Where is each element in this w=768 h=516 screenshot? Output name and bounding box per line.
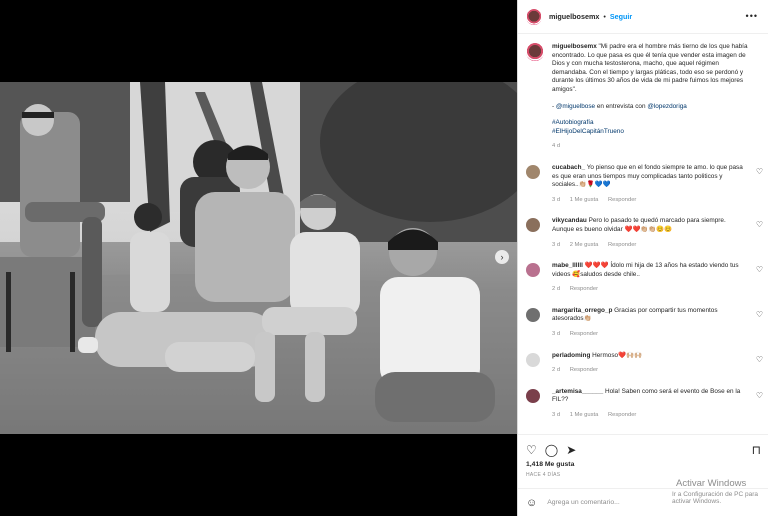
reply-button[interactable]: Responder (570, 286, 598, 292)
comments-list[interactable]: miguelbosemx "Mi padre era el hombre más… (518, 35, 768, 433)
comment-item: perladoming Hermoso❤️🙌🏼🙌🏼 2 d Responder … (518, 352, 768, 375)
comment-likes[interactable]: 1 Me gusta (570, 197, 599, 203)
comment-time: 3 d (552, 412, 561, 419)
reply-button[interactable]: Responder (608, 242, 636, 248)
mention-miguelbose[interactable]: @miguelbose (556, 103, 595, 110)
commenter-avatar[interactable] (526, 388, 540, 403)
commenter-avatar[interactable] (526, 263, 540, 278)
like-comment-heart-icon[interactable]: ♡ (756, 391, 763, 400)
comment-meta: 3 d Responder (552, 330, 746, 339)
reply-button[interactable]: Responder (608, 412, 636, 418)
post-actions: ♡ ◯ ➤ ⊓ 1,418 Me gusta HACE 4 DÍAS (518, 434, 768, 478)
comment-text: Hermoso❤️🙌🏼🙌🏼 (592, 351, 642, 359)
comment-item: vikycandau Pero lo pasado te quedó marca… (518, 217, 768, 249)
photo-area: › (0, 0, 517, 516)
comment-meta: 2 d Responder (552, 285, 746, 294)
watermark-title: Activar Windows (676, 478, 747, 489)
mention-lopezdoriga[interactable]: @lopezdoriga (647, 103, 687, 110)
caption-text: "Mi padre era el hombre más tierno de lo… (552, 43, 748, 93)
comment-item: cucabach_ Yo pienso que en el fondo siem… (518, 164, 768, 204)
comment-item: _artemisa______ Hola! Saben como será el… (518, 388, 768, 420)
comment-item: margarita_orrego_p Gracias por compartir… (518, 307, 768, 339)
chevron-right-icon: › (500, 252, 504, 262)
comment-time: 3 d (552, 241, 561, 248)
comment-time: 2 d (552, 367, 561, 374)
comment-meta: 2 d Responder (552, 366, 746, 375)
comment-username[interactable]: perladoming (552, 352, 590, 359)
credit-mid: en entrevista con (595, 102, 648, 110)
comment-time: 3 d (552, 196, 561, 203)
caption-username[interactable]: miguelbosemx (552, 43, 597, 50)
hashtag-autobiografia[interactable]: #Autobiografía (552, 119, 748, 128)
author-avatar[interactable] (526, 8, 542, 25)
comment-time: 3 d (552, 331, 561, 338)
like-comment-heart-icon[interactable]: ♡ (756, 310, 763, 319)
more-options-icon[interactable]: ••• (746, 11, 758, 21)
like-comment-heart-icon[interactable]: ♡ (756, 265, 763, 274)
follow-button[interactable]: Seguir (610, 12, 632, 21)
post-details-panel: miguelbosemx • Seguir ••• miguelbosemx "… (517, 0, 768, 516)
comment-time: 2 d (552, 286, 561, 293)
comment-meta: 3 d 2 Me gusta Responder (552, 241, 746, 250)
save-bookmark-icon[interactable]: ⊓ (752, 444, 761, 456)
caption-time: 4 d (552, 143, 561, 150)
commenter-avatar[interactable] (526, 352, 540, 367)
comment-bubble-icon[interactable]: ◯ (545, 444, 558, 456)
add-comment-input[interactable]: Agrega un comentario... (547, 499, 620, 506)
comment-item: mabe_llllll ❤️❤️❤️ Ídolo mi hija de 13 a… (518, 262, 768, 294)
watermark-subtitle: Ir a Configuración de PC para activar Wi… (672, 491, 758, 505)
like-comment-heart-icon[interactable]: ♡ (756, 167, 763, 176)
likes-count[interactable]: 1,418 Me gusta (518, 459, 768, 468)
caption-body: miguelbosemx "Mi padre era el hombre más… (552, 43, 748, 151)
comment-meta: 3 d 1 Me gusta Responder (552, 411, 746, 420)
author-username[interactable]: miguelbosemx (549, 12, 599, 21)
reply-button[interactable]: Responder (570, 331, 598, 337)
post-photo[interactable] (0, 82, 517, 434)
comment-username[interactable]: _artemisa______ (552, 388, 603, 395)
family-photo-illustration (0, 82, 517, 434)
post-age: HACE 4 DÍAS (526, 472, 561, 478)
comment-body: cucabach_ Yo pienso que en el fondo siem… (552, 164, 746, 204)
like-heart-icon[interactable]: ♡ (526, 444, 537, 456)
comment-likes[interactable]: 2 Me gusta (570, 242, 599, 248)
share-send-icon[interactable]: ➤ (566, 444, 576, 456)
reply-button[interactable]: Responder (608, 197, 636, 203)
windows-activation-watermark: Activar Windows Ir a Configuración de PC… (672, 478, 768, 505)
comment-likes[interactable]: 1 Me gusta (570, 412, 599, 418)
separator-dot: • (603, 12, 606, 21)
commenter-avatar[interactable] (526, 307, 540, 322)
caption-avatar[interactable] (526, 43, 544, 61)
comment-body: margarita_orrego_p Gracias por compartir… (552, 307, 746, 339)
hashtag-hijo-capitan-trueno[interactable]: #ElHijoDelCapitánTrueno (552, 128, 748, 137)
reply-button[interactable]: Responder (570, 367, 598, 373)
comment-body: perladoming Hermoso❤️🙌🏼🙌🏼 2 d Responder (552, 352, 746, 375)
comment-body: vikycandau Pero lo pasado te quedó marca… (552, 217, 746, 249)
emoji-smile-icon[interactable]: ☺ (526, 497, 537, 509)
commenter-avatar[interactable] (526, 164, 540, 179)
commenter-avatar[interactable] (526, 218, 540, 233)
post-header: miguelbosemx • Seguir ••• (518, 0, 768, 34)
comment-body: mabe_llllll ❤️❤️❤️ Ídolo mi hija de 13 a… (552, 262, 746, 294)
action-icons: ♡ ◯ ➤ ⊓ (518, 435, 768, 459)
comment-username[interactable]: margarita_orrego_p (552, 307, 612, 314)
comment-username[interactable]: cucabach_ (552, 164, 585, 171)
caption: miguelbosemx "Mi padre era el hombre más… (518, 35, 768, 151)
instagram-post-modal: › miguelbosemx • Seguir ••• miguelbosemx… (0, 0, 768, 516)
like-comment-heart-icon[interactable]: ♡ (756, 220, 763, 229)
comment-meta: 3 d 1 Me gusta Responder (552, 196, 746, 205)
comment-body: _artemisa______ Hola! Saben como será el… (552, 388, 746, 420)
comment-username[interactable]: mabe_llllll (552, 262, 583, 269)
comment-username[interactable]: vikycandau (552, 217, 587, 224)
like-comment-heart-icon[interactable]: ♡ (756, 355, 763, 364)
next-photo-button[interactable]: › (495, 250, 509, 264)
